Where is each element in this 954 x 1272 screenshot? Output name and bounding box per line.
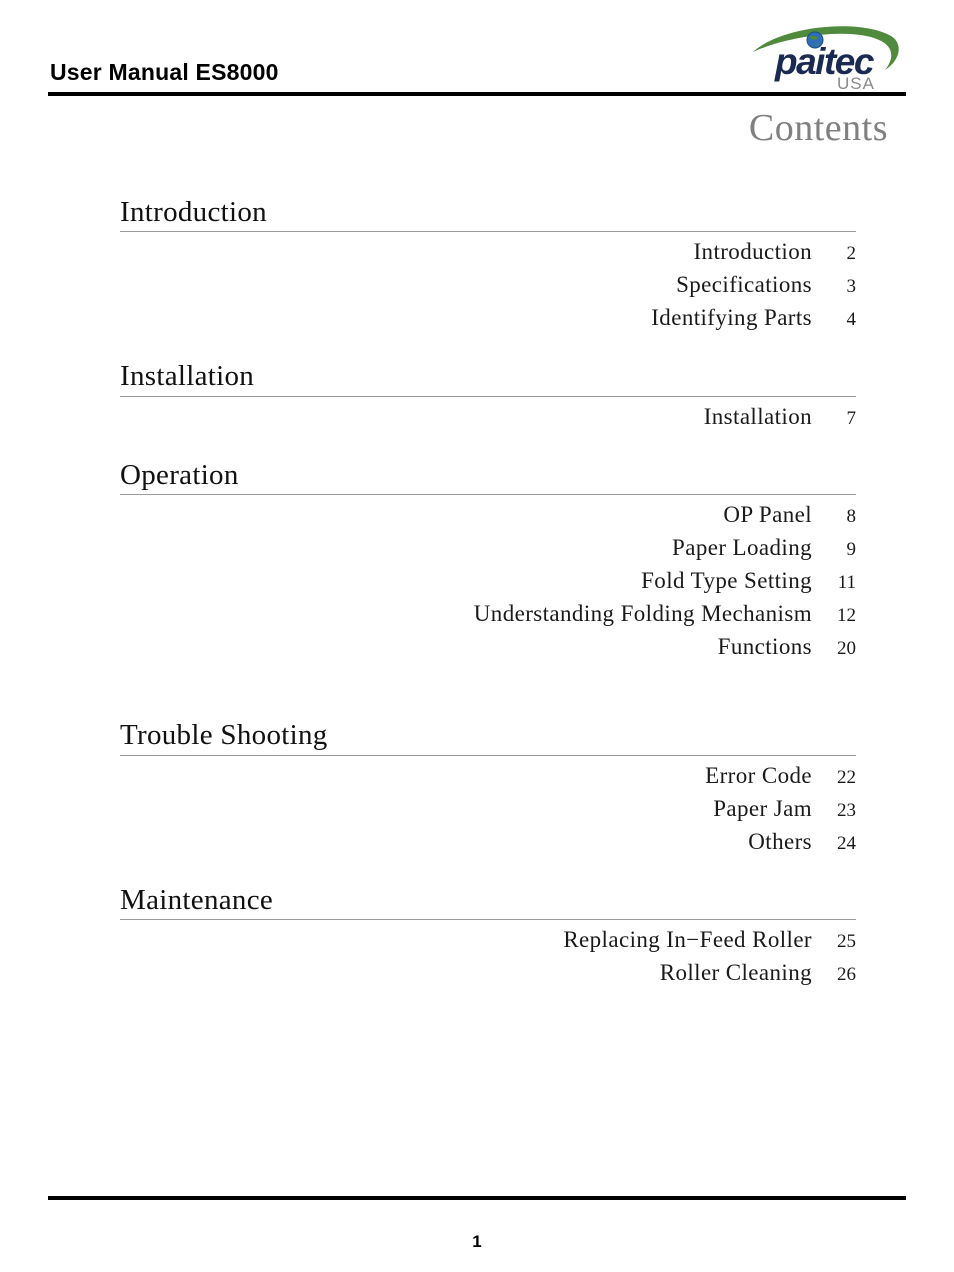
- toc-entry[interactable]: OP Panel 8: [120, 498, 856, 531]
- toc-entry-page: 23: [837, 799, 856, 821]
- toc-entry-page: 26: [837, 964, 856, 986]
- section-entries: OP Panel 8 Paper Loading 9 Fold Type Set…: [120, 498, 856, 663]
- document-page: User Manual ES8000 paitec USA Contents I…: [0, 0, 954, 1272]
- section-divider: [120, 231, 856, 233]
- toc-entry-label: Paper Jam: [713, 795, 812, 821]
- toc-section-operation: Operation OP Panel 8 Paper Loading 9 Fol…: [120, 459, 856, 663]
- page-number: 1: [472, 1232, 482, 1251]
- toc-entry-label: Roller Cleaning: [659, 960, 812, 986]
- toc-section-installation: Installation Installation 7: [120, 360, 856, 432]
- toc-entry-label: Identifying Parts: [651, 305, 812, 331]
- toc-entry[interactable]: Understanding Folding Mechanism 12: [120, 597, 856, 630]
- page-header: User Manual ES8000 paitec USA: [48, 22, 906, 94]
- toc-entry-label: Specifications: [676, 272, 812, 298]
- toc-entry-label: Paper Loading: [672, 535, 812, 561]
- toc-entry-label: Functions: [717, 634, 812, 660]
- footer-divider: [48, 1196, 906, 1200]
- toc-entry-label: Replacing In−Feed Roller: [563, 927, 812, 953]
- toc-entry[interactable]: Installation 7: [120, 400, 856, 433]
- toc-entry-label: Introduction: [693, 239, 812, 265]
- toc-entry[interactable]: Paper Jam 23: [120, 792, 856, 825]
- section-entries: Introduction 2 Specifications 3 Identify…: [120, 235, 856, 334]
- toc-entry-page: 11: [837, 572, 856, 594]
- section-heading: Maintenance: [120, 883, 274, 916]
- toc-entry-page: 4: [846, 309, 857, 331]
- toc-entry-label: OP Panel: [723, 502, 812, 528]
- toc-entry-page: 20: [837, 638, 856, 660]
- document-title: User Manual ES8000: [50, 59, 279, 85]
- toc-entry-label: Error Code: [705, 762, 812, 788]
- toc-entry[interactable]: Error Code 22: [120, 759, 856, 792]
- toc-section-maintenance: Maintenance Replacing In−Feed Roller 25 …: [120, 884, 856, 989]
- section-heading: Operation: [120, 458, 239, 491]
- toc-entry-label: Installation: [703, 403, 812, 429]
- section-entries: Replacing In−Feed Roller 25 Roller Clean…: [120, 923, 856, 989]
- section-divider: [120, 754, 856, 756]
- toc-section-introduction: Introduction Introduction 2 Specificatio…: [120, 196, 856, 334]
- svg-text:USA: USA: [837, 74, 875, 92]
- toc-entry[interactable]: Specifications 3: [120, 268, 856, 301]
- toc-entry[interactable]: Paper Loading 9: [120, 531, 856, 564]
- toc-entry-page: 8: [846, 506, 857, 528]
- toc-entry[interactable]: Identifying Parts 4: [120, 301, 856, 334]
- section-divider: [120, 919, 856, 921]
- header-divider: [48, 92, 906, 96]
- contents-title: Contents: [748, 107, 888, 149]
- toc-section-trouble-shooting: Trouble Shooting Error Code 22 Paper Jam…: [120, 719, 856, 857]
- toc-entry-page: 3: [846, 276, 857, 298]
- toc-entry-page: 25: [837, 931, 856, 953]
- toc-entry-page: 9: [846, 539, 857, 561]
- toc-entry-page: 24: [837, 832, 856, 854]
- toc-entry-page: 22: [837, 766, 856, 788]
- toc-entry-page: 12: [837, 605, 856, 627]
- toc-entry-label: Fold Type Setting: [641, 568, 812, 594]
- toc-entry-label: Others: [748, 828, 812, 854]
- section-divider: [120, 494, 856, 496]
- section-heading: Trouble Shooting: [120, 719, 328, 752]
- section-heading: Introduction: [120, 196, 267, 228]
- toc-entry[interactable]: Introduction 2: [120, 235, 857, 268]
- toc-entry[interactable]: Functions 20: [120, 630, 856, 663]
- section-heading: Installation: [120, 360, 255, 393]
- toc-entry-page: 7: [846, 407, 857, 429]
- toc-entry[interactable]: Roller Cleaning 26: [120, 956, 856, 989]
- toc-entry[interactable]: Fold Type Setting 11: [120, 564, 856, 597]
- section-divider: [120, 395, 856, 397]
- paitec-usa-logo: paitec USA: [751, 22, 906, 92]
- section-entries: Error Code 22 Paper Jam 23 Others 24: [120, 759, 856, 858]
- toc-entry[interactable]: Others 24: [120, 825, 856, 858]
- toc-entry-label: Understanding Folding Mechanism: [473, 601, 812, 627]
- table-of-contents: Introduction Introduction 2 Specificatio…: [120, 196, 856, 989]
- toc-entry-page: 2: [846, 243, 857, 265]
- section-entries: Installation 7: [120, 400, 856, 433]
- toc-entry[interactable]: Replacing In−Feed Roller 25: [120, 923, 856, 956]
